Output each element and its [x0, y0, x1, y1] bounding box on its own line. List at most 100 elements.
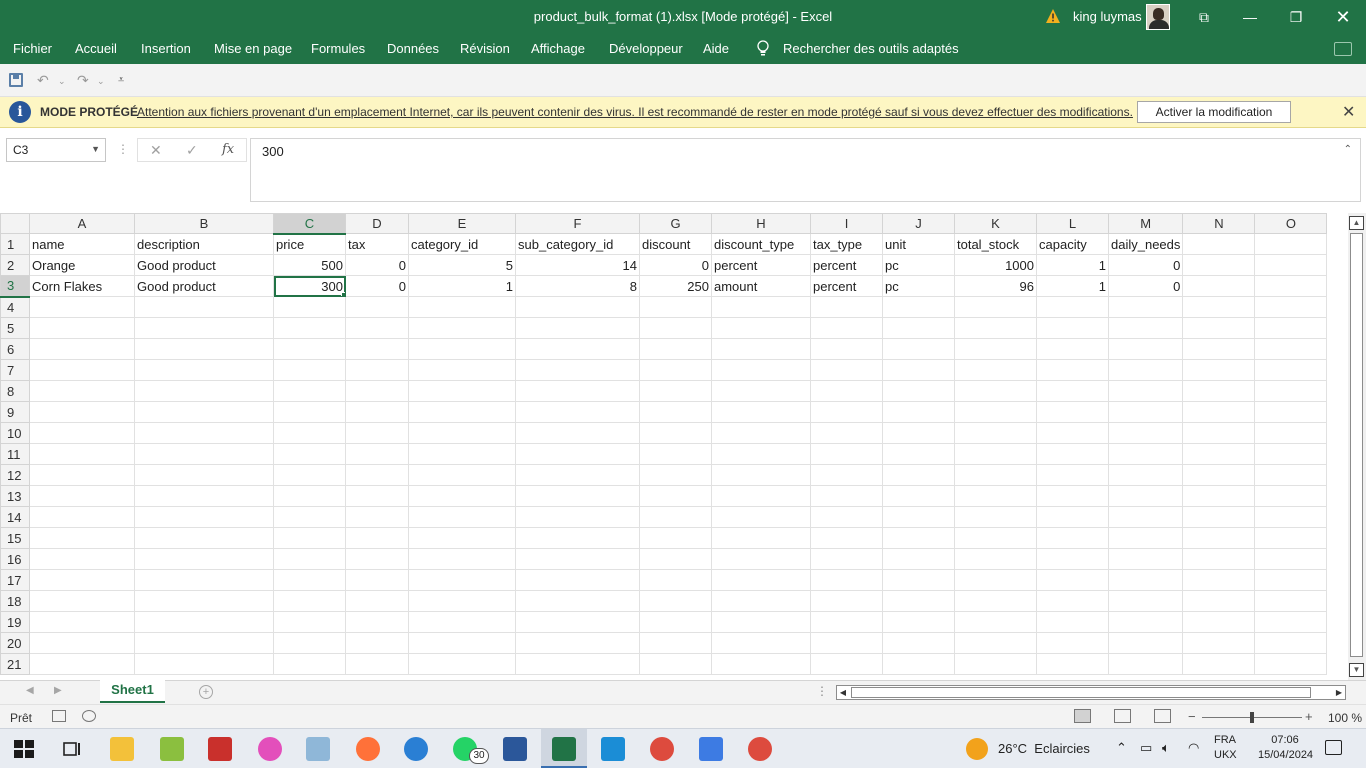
cell-d11[interactable]	[345, 443, 409, 465]
cell-d13[interactable]	[345, 485, 409, 507]
cell-m1[interactable]: daily_needs	[1107, 233, 1184, 255]
cell-k5[interactable]	[954, 317, 1037, 339]
cell-a15[interactable]	[29, 527, 135, 549]
cell-c21[interactable]	[273, 653, 346, 675]
cell-c1[interactable]: price	[273, 233, 346, 255]
cell-e2[interactable]: 5	[408, 254, 516, 276]
edge-icon[interactable]	[404, 737, 428, 761]
cell-i2[interactable]: percent	[810, 254, 883, 276]
cell-m13[interactable]	[1107, 485, 1184, 507]
column-header-g[interactable]: G	[639, 213, 712, 234]
wampserver-icon[interactable]	[258, 737, 282, 761]
cell-h5[interactable]	[711, 317, 811, 339]
zoom-in-icon[interactable]: +	[1305, 709, 1313, 724]
prev-sheet-icon[interactable]: ◀	[26, 685, 34, 696]
cell-k9[interactable]	[954, 401, 1037, 423]
cell-b5[interactable]	[134, 317, 274, 339]
cell-d18[interactable]	[345, 590, 409, 612]
cell-o10[interactable]	[1254, 422, 1328, 444]
cell-l16[interactable]	[1036, 548, 1109, 570]
cell-j11[interactable]	[882, 443, 955, 465]
normal-view-icon[interactable]	[1074, 709, 1091, 723]
cell-f17[interactable]	[515, 569, 640, 591]
cell-f11[interactable]	[515, 443, 640, 465]
cell-m2[interactable]: 0	[1107, 254, 1184, 276]
cell-h2[interactable]: percent	[711, 254, 811, 276]
zoom-slider-knob[interactable]	[1250, 712, 1254, 723]
user-name[interactable]: king luymas	[1073, 9, 1142, 24]
cell-e10[interactable]	[408, 422, 516, 444]
redo-dropdown-icon[interactable]: ⌄	[97, 76, 105, 87]
worksheet-grid[interactable]: A B C D E F G H I J K L M N O 1 name description price tax c…	[0, 213, 1347, 677]
cell-b17[interactable]	[134, 569, 274, 591]
cell-d12[interactable]	[345, 464, 409, 486]
cell-h12[interactable]	[711, 464, 811, 486]
firefox-icon[interactable]	[356, 737, 380, 761]
cell-b3[interactable]: Good product	[134, 275, 274, 297]
cell-i20[interactable]	[810, 632, 883, 654]
cell-j12[interactable]	[882, 464, 955, 486]
cell-n9[interactable]	[1182, 401, 1256, 423]
cell-f19[interactable]	[515, 611, 640, 633]
cell-h14[interactable]	[711, 506, 811, 528]
cell-b18[interactable]	[134, 590, 274, 612]
cell-a7[interactable]	[29, 359, 135, 381]
cell-l1[interactable]: capacity	[1036, 233, 1109, 255]
cell-c17[interactable]	[273, 569, 346, 591]
cell-d21[interactable]	[345, 653, 409, 675]
cell-k4[interactable]	[954, 296, 1037, 318]
cell-l19[interactable]	[1036, 611, 1109, 633]
cell-a8[interactable]	[29, 380, 135, 402]
cell-j7[interactable]	[882, 359, 955, 381]
cell-m11[interactable]	[1107, 443, 1184, 465]
cell-b7[interactable]	[134, 359, 274, 381]
cell-m12[interactable]	[1107, 464, 1184, 486]
cell-o18[interactable]	[1254, 590, 1328, 612]
cell-d9[interactable]	[345, 401, 409, 423]
cell-h20[interactable]	[711, 632, 811, 654]
cell-k1[interactable]: total_stock	[954, 233, 1037, 255]
cell-n4[interactable]	[1182, 296, 1256, 318]
formula-bar-grip-icon[interactable]: ⋮	[117, 142, 129, 156]
cell-a2[interactable]: Orange	[29, 254, 135, 276]
tab-insertion[interactable]: Insertion	[141, 41, 191, 56]
close-button[interactable]: ✕	[1320, 0, 1366, 34]
column-header-j[interactable]: J	[882, 213, 955, 234]
cell-k7[interactable]	[954, 359, 1037, 381]
page-break-view-icon[interactable]	[1154, 709, 1171, 723]
cell-f9[interactable]	[515, 401, 640, 423]
cell-h1[interactable]: discount_type	[711, 233, 811, 255]
chevron-down-icon[interactable]: ▼	[91, 144, 100, 154]
cell-d14[interactable]	[345, 506, 409, 528]
tab-donnees[interactable]: Données	[387, 41, 439, 56]
cell-j16[interactable]	[882, 548, 955, 570]
cell-e16[interactable]	[408, 548, 516, 570]
cell-n18[interactable]	[1182, 590, 1256, 612]
cell-n21[interactable]	[1182, 653, 1256, 675]
cell-k3[interactable]: 96	[954, 275, 1037, 297]
cell-g11[interactable]	[639, 443, 712, 465]
cell-j17[interactable]	[882, 569, 955, 591]
cell-h13[interactable]	[711, 485, 811, 507]
cell-c6[interactable]	[273, 338, 346, 360]
cell-k20[interactable]	[954, 632, 1037, 654]
cell-e19[interactable]	[408, 611, 516, 633]
cell-k16[interactable]	[954, 548, 1037, 570]
row-header-7[interactable]: 7	[0, 359, 30, 381]
cell-c18[interactable]	[273, 590, 346, 612]
cell-b1[interactable]: description	[134, 233, 274, 255]
cell-f1[interactable]: sub_category_id	[515, 233, 640, 255]
cell-m19[interactable]	[1107, 611, 1184, 633]
cell-c15[interactable]	[273, 527, 346, 549]
cell-c20[interactable]	[273, 632, 346, 654]
cell-l15[interactable]	[1036, 527, 1109, 549]
cell-m15[interactable]	[1107, 527, 1184, 549]
cell-n20[interactable]	[1182, 632, 1256, 654]
cell-o3[interactable]	[1254, 275, 1328, 297]
cell-e3[interactable]: 1	[408, 275, 516, 297]
cell-b10[interactable]	[134, 422, 274, 444]
cell-d16[interactable]	[345, 548, 409, 570]
cell-f10[interactable]	[515, 422, 640, 444]
cell-i7[interactable]	[810, 359, 883, 381]
cell-f12[interactable]	[515, 464, 640, 486]
